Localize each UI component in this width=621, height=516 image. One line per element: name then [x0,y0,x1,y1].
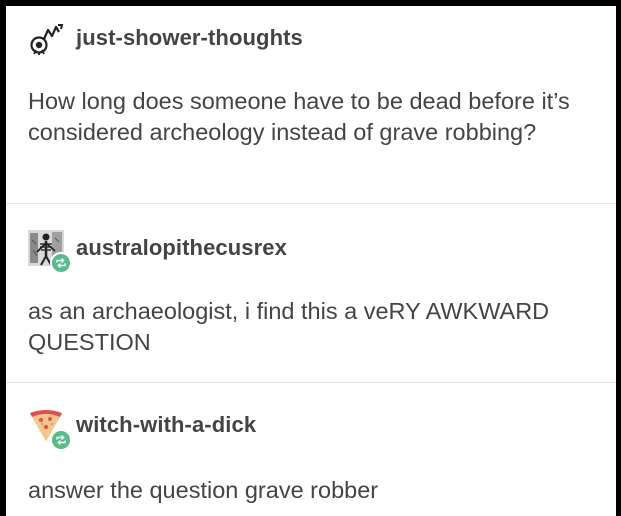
post-header: witch-with-a-dick [28,405,256,451]
post-body-text: How long does someone have to be dead be… [28,88,570,145]
post-body-text: as an archaeologist, i find this a veRY … [28,298,550,355]
pizza-slice-icon[interactable] [28,407,72,451]
showerhead-icon[interactable] [28,20,64,56]
post-header: australopithecusrex [28,228,287,274]
post-thread: just-shower-thoughts How long does someo… [6,6,616,516]
original-post: just-shower-thoughts How long does someo… [6,6,616,203]
post-body-text: answer the question grave robber [28,477,379,503]
reblog-post: australopithecusrex as an archaeologist,… [6,204,616,382]
skeleton-photo-icon[interactable] [28,230,72,274]
post-header: just-shower-thoughts [28,18,303,58]
post-username[interactable]: australopithecusrex [76,235,287,261]
reblog-icon [50,252,72,274]
post-username[interactable]: witch-with-a-dick [76,412,256,438]
reblog-post: witch-with-a-dick answer the question gr… [6,383,616,516]
reblog-icon [50,429,72,451]
post-username[interactable]: just-shower-thoughts [76,25,303,51]
